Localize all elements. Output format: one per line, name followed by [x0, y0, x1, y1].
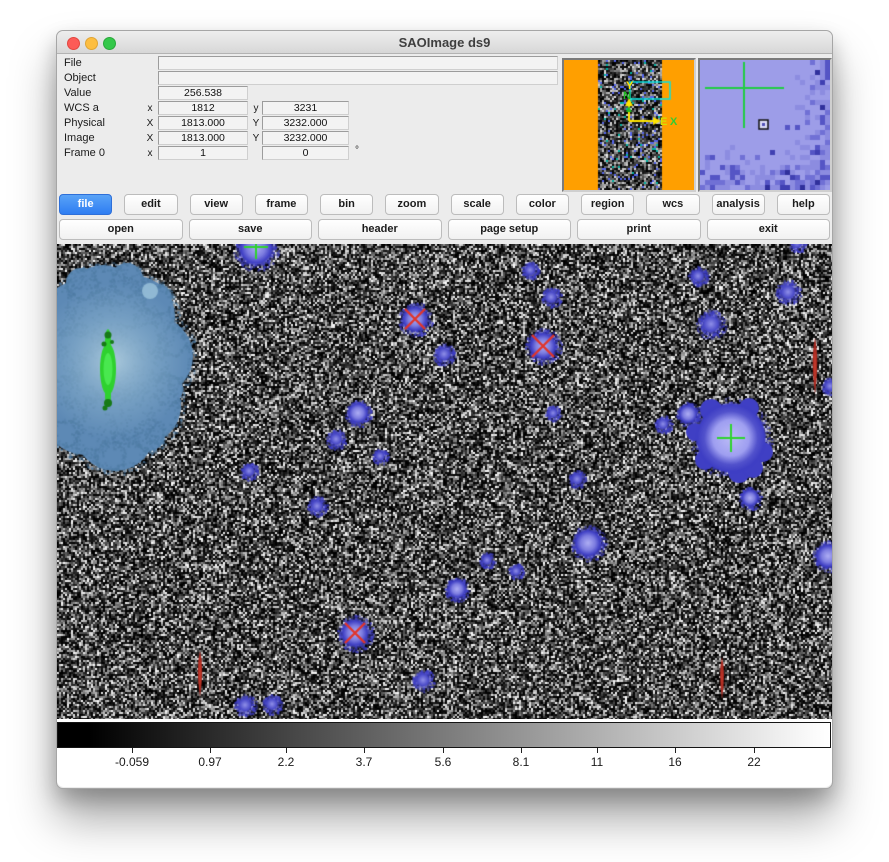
colorbar-tick: [210, 748, 211, 753]
main-image-canvas[interactable]: [57, 244, 832, 719]
colorbar-tick: [286, 748, 287, 753]
file-menu-shortcuts: open saveheader page setupprint exit: [59, 219, 830, 240]
file-entry[interactable]: [158, 56, 558, 70]
axis-letter-2: y: [250, 103, 262, 114]
page-setup-button[interactable]: page setup: [448, 219, 572, 240]
menu-bin-button[interactable]: bin: [320, 194, 373, 215]
info-row-wcs-a: WCS a x1812y3231: [57, 102, 562, 115]
colorbar[interactable]: [57, 722, 831, 748]
colorbar-tick: [132, 748, 133, 753]
frame-0-y-entry[interactable]: 0: [262, 146, 349, 160]
info-label-object: Object: [64, 72, 96, 84]
title-bar[interactable]: SAOImage ds9: [57, 31, 832, 54]
save-button[interactable]: save: [189, 219, 313, 240]
axis-letter-1: X: [144, 118, 156, 129]
desktop: SAOImage ds9 File Object Value 256.538 WCS a…: [0, 0, 889, 862]
axis-letter-2: Y: [250, 133, 262, 144]
header-button[interactable]: header: [318, 219, 442, 240]
menu-bar: file edit view frame binzoom scale color region…: [59, 194, 830, 215]
colorbar-tick-label: 2.2: [278, 755, 295, 769]
info-label-wcs-a: WCS a: [64, 102, 99, 114]
colorbar-tick: [521, 748, 522, 753]
colorbar-tick-label: 5.6: [435, 755, 452, 769]
image-x-entry[interactable]: 1813.000: [158, 131, 248, 145]
axis-letter-1: X: [144, 133, 156, 144]
colorbar-tick: [443, 748, 444, 753]
menu-scale-button[interactable]: scale: [451, 194, 504, 215]
info-label-physical: Physical: [64, 117, 105, 129]
menu-wcs-button[interactable]: wcs: [646, 194, 699, 215]
menu-region-button[interactable]: region: [581, 194, 634, 215]
menu-edit-button[interactable]: edit: [124, 194, 177, 215]
compass-e-label: E: [660, 117, 667, 127]
colorbar-tick-label: 8.1: [513, 755, 530, 769]
info-row-physical: Physical X1813.000Y3232.000: [57, 117, 562, 130]
info-label-frame-0: Frame 0: [64, 147, 105, 159]
compass-n-label: N: [623, 91, 631, 101]
object-entry[interactable]: [158, 71, 558, 85]
info-label-file: File: [64, 57, 82, 69]
axis-letter-2: Y: [250, 118, 262, 129]
frame-0-x-entry[interactable]: 1: [158, 146, 248, 160]
menu-analysis-button[interactable]: analysis: [712, 194, 765, 215]
ds9-window: SAOImage ds9 File Object Value 256.538 WCS a…: [56, 30, 833, 789]
image-y-entry[interactable]: 3232.000: [262, 131, 349, 145]
menu-view-button[interactable]: view: [190, 194, 243, 215]
physical-y-entry[interactable]: 3232.000: [262, 116, 349, 130]
menu-zoom-button[interactable]: zoom: [385, 194, 438, 215]
info-row-value: Value 256.538: [57, 87, 562, 100]
info-row-image: Image X1813.000Y3232.000: [57, 132, 562, 145]
colorbar-tick: [597, 748, 598, 753]
menu-file-button[interactable]: file: [59, 194, 112, 215]
info-row-file: File: [57, 57, 562, 70]
colorbar-section: -0.059 0.97 2.2 3.7 5.6 8.1 11 16 22: [57, 719, 832, 787]
panner-panel[interactable]: Y N E X: [562, 58, 696, 192]
info-row-frame-0: Frame 0 x10 °: [57, 147, 562, 160]
info-row-object: Object: [57, 72, 562, 85]
magnifier-panel[interactable]: [698, 58, 832, 192]
exit-button[interactable]: exit: [707, 219, 831, 240]
axis-letter-1: x: [144, 103, 156, 114]
info-label-image: Image: [64, 132, 95, 144]
compass-x-label: X: [670, 117, 677, 127]
colorbar-tick-label: -0.059: [115, 755, 149, 769]
physical-x-entry[interactable]: 1813.000: [158, 116, 248, 130]
degree-symbol: °: [355, 145, 359, 156]
value-x-entry[interactable]: 256.538: [158, 86, 248, 100]
colorbar-tick-label: 0.97: [198, 755, 221, 769]
colorbar-tick-label: 22: [747, 755, 760, 769]
colorbar-tick: [675, 748, 676, 753]
menu-help-button[interactable]: help: [777, 194, 830, 215]
menu-color-button[interactable]: color: [516, 194, 569, 215]
info-label-value: Value: [64, 87, 91, 99]
print-button[interactable]: print: [577, 219, 701, 240]
colorbar-tick: [364, 748, 365, 753]
window-title: SAOImage ds9: [57, 31, 832, 53]
colorbar-tick-label: 3.7: [356, 755, 373, 769]
wcs-a-x-entry[interactable]: 1812: [158, 101, 248, 115]
menu-frame-button[interactable]: frame: [255, 194, 308, 215]
wcs-a-y-entry[interactable]: 3231: [262, 101, 349, 115]
colorbar-tick-label: 11: [591, 755, 603, 769]
open-button[interactable]: open: [59, 219, 183, 240]
magnifier-canvas[interactable]: [700, 60, 830, 190]
colorbar-tick-label: 16: [668, 755, 681, 769]
colorbar-tick: [754, 748, 755, 753]
axis-letter-1: x: [144, 148, 156, 159]
